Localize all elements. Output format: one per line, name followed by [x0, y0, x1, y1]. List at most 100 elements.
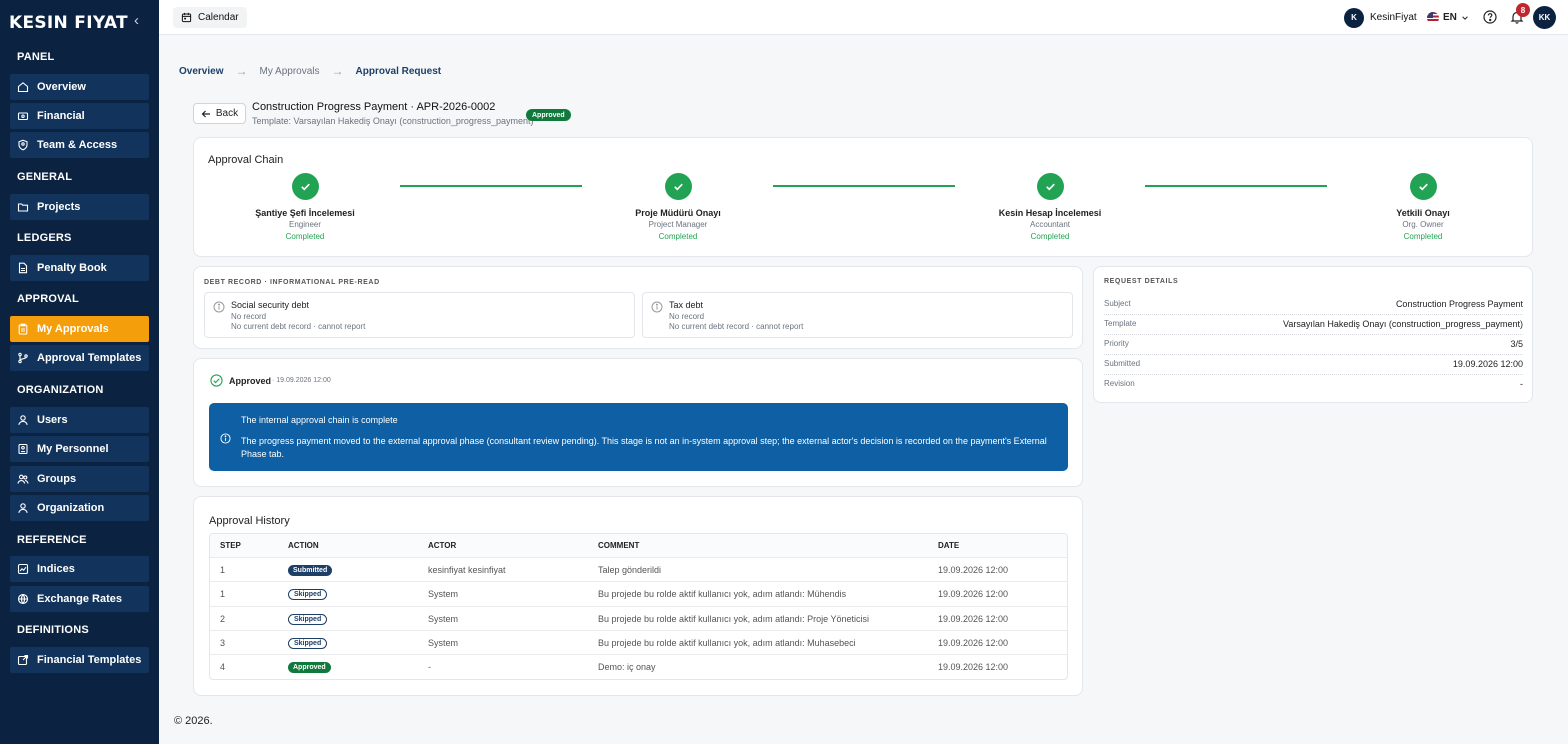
step-name: Yetkili Onayı [1396, 208, 1450, 218]
external-edit-icon [17, 654, 29, 666]
column-header: ACTION [288, 541, 319, 550]
action-badge: Approved [288, 662, 331, 674]
sidebar-item-label: Penalty Book [37, 262, 107, 274]
sidebar-item-projects[interactable]: Projects [10, 194, 149, 220]
table-header: STEP ACTION ACTOR COMMENT DATE [210, 534, 1067, 558]
status-badge: Approved [526, 109, 571, 121]
sidebar-item-users[interactable]: Users [10, 407, 149, 433]
step-status: Completed [658, 232, 698, 241]
request-details-card: REQUEST DETAILS Subject Construction Pro… [1093, 266, 1533, 403]
detail-row-subject: Subject Construction Progress Payment [1104, 295, 1523, 315]
info-icon [651, 301, 663, 313]
sidebar-item-financial-templates[interactable]: Financial Templates [10, 647, 149, 673]
action-badge: Skipped [288, 637, 328, 649]
chain-step: Kesin Hesap İncelemesi Accountant Comple… [980, 173, 1120, 241]
user-menu[interactable]: K KesinFiyat [1344, 7, 1417, 28]
approval-history-title: Approval History [209, 515, 290, 527]
chain-step: Şantiye Şefi İncelemesi Engineer Complet… [235, 173, 375, 241]
cell-comment: Bu projede bu rolde aktif kullanıcı yok,… [598, 613, 869, 624]
section-panel: PANEL [17, 51, 55, 63]
sidebar-item-financial[interactable]: Financial [10, 103, 149, 129]
step-role: Engineer [288, 220, 322, 229]
step-role: Org. Owner [1402, 220, 1444, 229]
language-selector[interactable]: EN [1427, 7, 1469, 28]
debt-title: Social security debt [231, 300, 310, 310]
info-icon [220, 433, 231, 444]
sidebar-item-exchange-rates[interactable]: Exchange Rates [10, 586, 149, 612]
step-status: Completed [285, 232, 325, 241]
cell-step: 1 [220, 589, 226, 600]
sidebar-item-my-approvals[interactable]: My Approvals [10, 316, 149, 342]
language-code: EN [1443, 12, 1457, 23]
user-name: KesinFiyat [1370, 12, 1417, 23]
sidebar-item-label: Team & Access [37, 139, 118, 151]
cell-actor: kesinfiyat kesinfiyat [428, 565, 506, 575]
notice-title: The internal approval chain is complete [241, 415, 398, 425]
table-row: 1 Submitted kesinfiyat kesinfiyat Talep … [210, 558, 1067, 583]
detail-value: Varsayılan Hakediş Onayı (construction_p… [1283, 319, 1523, 329]
breadcrumb-overview[interactable]: Overview [179, 66, 223, 77]
branch-icon [17, 352, 29, 364]
table-row: 1 Skipped System Bu projede bu rolde akt… [210, 582, 1067, 607]
chain-connector [773, 185, 955, 187]
debt-status: No record [231, 312, 267, 321]
arrow-right-icon: → [235, 64, 248, 78]
sidebar-item-organization[interactable]: Organization [10, 495, 149, 521]
arrow-left-icon [201, 110, 210, 117]
sidebar-item-label: Exchange Rates [37, 593, 122, 605]
cell-comment: Bu projede bu rolde aktif kullanıcı yok,… [598, 637, 856, 648]
cell-step: 2 [220, 613, 226, 624]
check-circle-icon [291, 173, 319, 200]
action-badge: Skipped [288, 613, 328, 625]
cell-date: 19.09.2026 12:00 [938, 565, 1009, 575]
account-avatar[interactable]: KK [1533, 6, 1556, 29]
detail-value: - [1520, 379, 1523, 389]
back-label: Back [215, 108, 239, 119]
action-badge: Skipped [288, 589, 328, 601]
cell-date: 19.09.2026 12:00 [938, 637, 1009, 648]
decision-label: Approved [229, 376, 272, 386]
sidebar-item-label: Indices [37, 563, 75, 575]
help-icon[interactable] [1483, 10, 1497, 24]
column-header: COMMENT [598, 541, 640, 550]
breadcrumb-my-approvals[interactable]: My Approvals [259, 66, 319, 77]
column-header: DATE [938, 541, 960, 550]
section-definitions: DEFINITIONS [17, 624, 89, 636]
detail-key: Priority [1104, 339, 1129, 348]
column-header: STEP [220, 541, 241, 550]
cell-actor: System [428, 637, 459, 648]
calendar-button[interactable]: Calendar [173, 7, 247, 28]
back-button[interactable]: Back [193, 103, 246, 124]
detail-key: Template [1104, 319, 1137, 328]
sidebar-item-team-access[interactable]: Team & Access [10, 132, 149, 158]
us-flag-icon [1427, 11, 1439, 24]
section-ledgers: LEDGERS [17, 232, 72, 244]
sidebar-item-label: Approval Templates [37, 352, 142, 364]
detail-key: Revision [1104, 379, 1135, 388]
collapse-sidebar-icon[interactable]: ‹ [134, 12, 139, 29]
cell-step: 4 [220, 662, 226, 673]
sidebar-item-groups[interactable]: Groups [10, 466, 149, 492]
sidebar: KESIN FIYAT ‹ PANEL Overview Financial T… [0, 0, 159, 744]
breadcrumb-current: Approval Request [355, 65, 442, 77]
step-status: Completed [1030, 232, 1070, 241]
step-name: Şantiye Şefi İncelemesi [255, 208, 355, 218]
sidebar-item-label: Users [37, 414, 68, 426]
sidebar-item-penalty-book[interactable]: Penalty Book [10, 255, 149, 281]
user-circle-icon [17, 502, 29, 514]
app-logo[interactable]: KESIN FIYAT [9, 13, 128, 33]
template-subtitle: Template: Varsayılan Hakediş Onayı (cons… [252, 116, 534, 126]
users-icon [17, 473, 29, 485]
sidebar-item-my-personnel[interactable]: My Personnel [10, 436, 149, 462]
table-row: 3 Skipped System Bu projede bu rolde akt… [210, 631, 1067, 656]
breadcrumb: Overview → My Approvals → Approval Reque… [179, 64, 441, 78]
cell-date: 19.09.2026 12:00 [938, 613, 1009, 624]
step-status: Completed [1403, 232, 1443, 241]
sidebar-item-approval-templates[interactable]: Approval Templates [10, 345, 149, 371]
footer-copyright: © 2026. [174, 715, 213, 727]
chain-complete-notice: The internal approval chain is complete … [209, 403, 1068, 471]
cell-comment: Talep gönderildi [598, 565, 662, 575]
sidebar-item-indices[interactable]: Indices [10, 556, 149, 582]
detail-row-priority: Priority 3/5 [1104, 335, 1523, 355]
sidebar-item-overview[interactable]: Overview [10, 74, 149, 100]
